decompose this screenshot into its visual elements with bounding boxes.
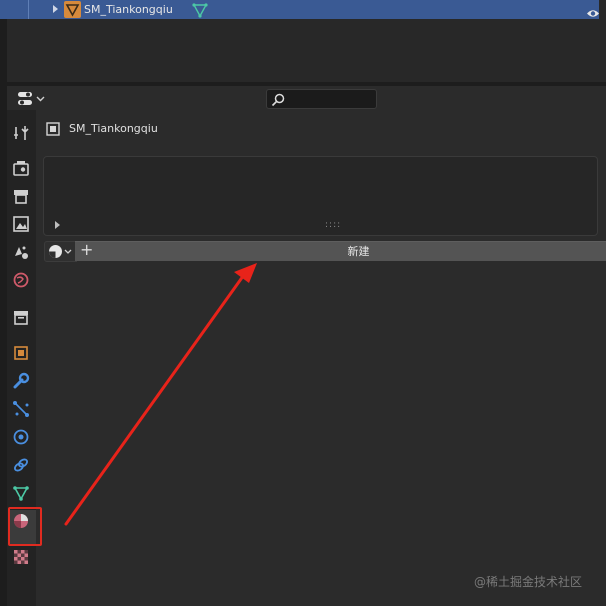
render-tab-icon[interactable]: [10, 157, 32, 179]
new-material-label: 新建: [347, 245, 370, 258]
object-context-icon: [46, 121, 60, 136]
watermark: @稀土掘金技术社区: [474, 575, 583, 589]
material-slot-list[interactable]: [43, 156, 598, 236]
object-tab-icon[interactable]: [10, 342, 32, 364]
output-tab-icon[interactable]: [10, 185, 32, 207]
expand-arrow-icon[interactable]: [53, 5, 58, 13]
world-tab-icon[interactable]: [10, 269, 32, 291]
physics-tab-icon[interactable]: [10, 426, 32, 448]
slot-list-expand-icon[interactable]: [55, 221, 60, 229]
data-tab-icon[interactable]: [10, 482, 32, 504]
visibility-eye-icon[interactable]: [586, 4, 600, 17]
outliner-selected-row[interactable]: SM_Tiankongqiu: [0, 0, 599, 19]
outliner-object-name: SM_Tiankongqiu: [84, 3, 173, 16]
object-icon: [64, 1, 81, 18]
search-icon: [271, 92, 285, 107]
mesh-data-icon[interactable]: [192, 2, 208, 18]
tree-guide-line: [28, 0, 29, 19]
properties-search-input[interactable]: [266, 89, 377, 109]
tool-tab-icon[interactable]: [10, 122, 32, 144]
slot-list-resize-grip[interactable]: ::::: [325, 220, 341, 230]
highlight-box: [8, 507, 42, 546]
particles-tab-icon[interactable]: [10, 398, 32, 420]
view-layer-tab-icon[interactable]: [10, 213, 32, 235]
modifier-tab-icon[interactable]: [10, 370, 32, 392]
collection-tab-icon[interactable]: [10, 306, 32, 328]
object-context-name: SM_Tiankongqiu: [69, 122, 158, 135]
texture-tab-icon[interactable]: [10, 546, 32, 568]
constraints-tab-icon[interactable]: [10, 454, 32, 476]
editor-type-icon[interactable]: [17, 90, 47, 107]
